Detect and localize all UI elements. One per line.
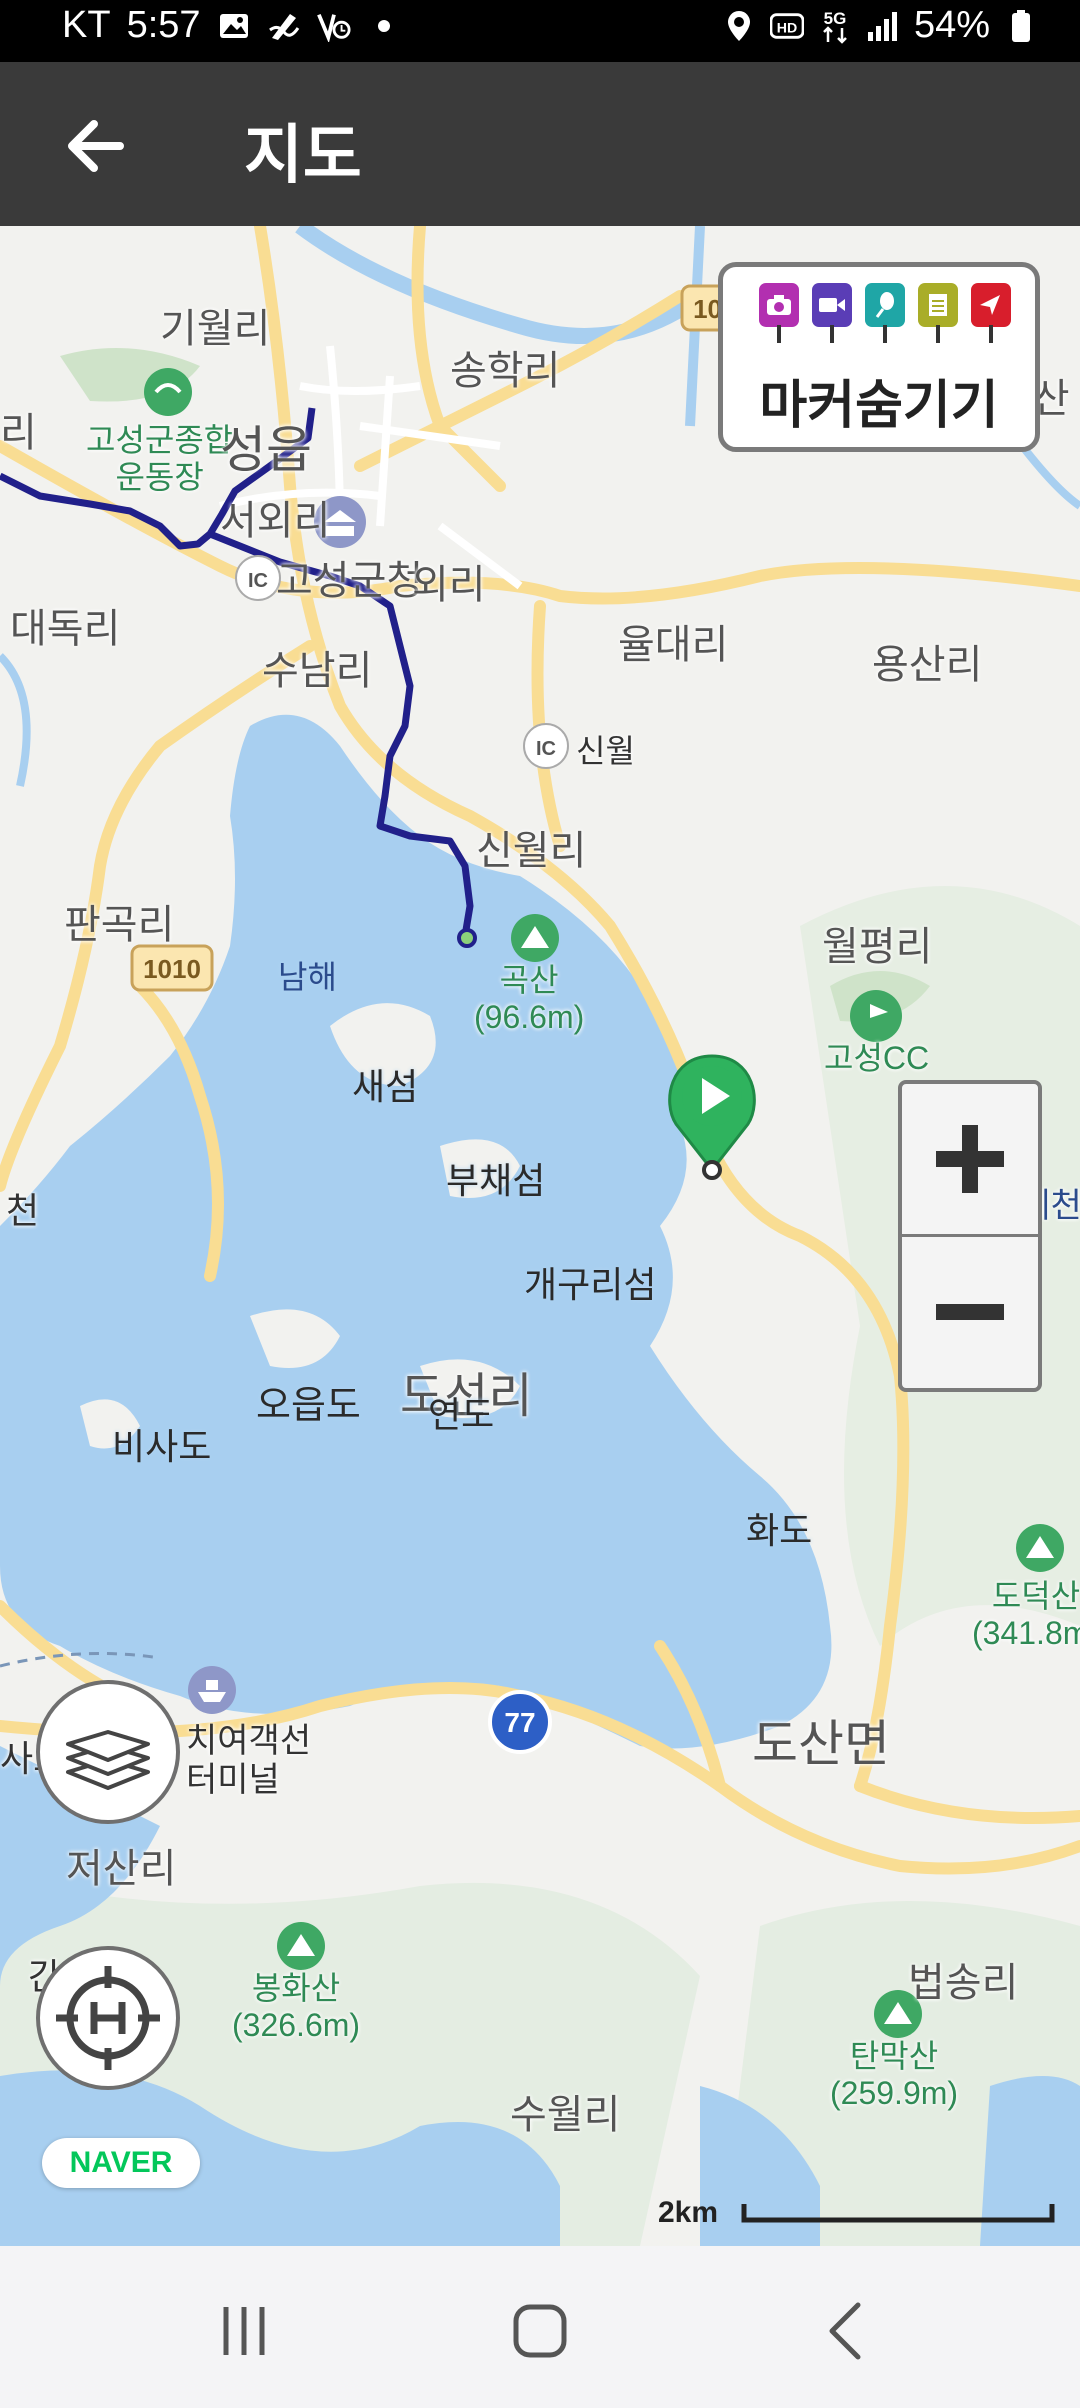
svg-text:5G: 5G — [824, 9, 847, 28]
label-tanmaksan: 탄막산 (259.9m) — [830, 2038, 959, 2111]
ic-marker-2: IC — [523, 723, 569, 769]
label-gaeguriseom: 개구리섬 — [524, 1264, 657, 1305]
dot-icon — [367, 9, 401, 43]
label-yuldaeri: 율대리 — [618, 623, 729, 667]
sports-complex-icon — [144, 368, 192, 416]
back-button[interactable] — [58, 108, 134, 184]
app-bar: 지도 — [0, 62, 1080, 226]
camera-pin-icon — [759, 283, 799, 343]
gallery-icon — [217, 9, 251, 43]
status-bar: KT 5:57 HD 5G 54% — [0, 0, 1080, 62]
back-chevron-icon — [829, 2302, 861, 2360]
page-title: 지도 — [244, 119, 362, 191]
label-seup: 성읍 — [220, 422, 312, 478]
hide-markers-label: 마커숨기기 — [759, 377, 999, 435]
carrier-label: KT — [62, 4, 111, 46]
label-saeseom: 새섬 — [352, 1066, 419, 1107]
label-pangokri: 판곡리 — [64, 903, 175, 947]
golf-icon — [850, 990, 902, 1042]
arrow-left-icon — [68, 120, 124, 172]
scale-label: 2km — [658, 2196, 719, 2229]
label-goseong-office: 고성군청 — [276, 559, 424, 603]
label-sunamri: 수남리 — [262, 649, 373, 693]
time-label: 5:57 — [126, 4, 201, 46]
zoom-controls — [898, 1080, 1042, 1392]
label-seoweri: 서외리 — [220, 499, 331, 543]
ic-marker-label-2: IC — [536, 738, 556, 760]
flag-pin-icon — [971, 283, 1011, 343]
zoom-in-button[interactable] — [902, 1084, 1038, 1237]
naver-logo: NAVER — [42, 2138, 200, 2188]
recents-button[interactable] — [204, 2296, 284, 2366]
label-ri-left: 리 — [0, 411, 37, 455]
home-icon — [513, 2304, 567, 2358]
label-dosanmyeon: 도산면 — [752, 1716, 890, 1772]
plus-icon — [936, 1125, 1004, 1193]
label-namhae: 남해 — [278, 959, 337, 995]
label-ferry-terminal: 치여객선 터미널 — [186, 1722, 312, 1800]
mountain-icon-bonghwa — [277, 1922, 325, 1970]
ic-marker-label-1: IC — [248, 570, 268, 592]
label-bisado: 비사도 — [112, 1426, 212, 1467]
minus-icon — [936, 1304, 1004, 1320]
microphone-pin-icon — [865, 283, 905, 343]
helipad-locate-button[interactable] — [36, 1946, 180, 2090]
ic-marker-1: IC — [235, 555, 281, 601]
label-bonghwasan: 봉화산 (326.6m) — [232, 1970, 361, 2043]
road-shield-label-left: 1010 — [143, 954, 201, 984]
label-sinwolri: 신월리 — [476, 829, 587, 873]
label-doduksan: 도덕산 (341.8m) — [972, 1578, 1080, 1651]
hd-icon: HD — [769, 9, 804, 43]
label-daedokri: 대독리 — [10, 607, 121, 651]
label-ocheon: 천 — [6, 1190, 40, 1231]
mountain-icon-doduk — [1016, 1524, 1064, 1572]
label-wolpyeongri: 월평리 — [822, 925, 933, 969]
label-yongsanri: 용산리 — [872, 643, 983, 687]
road-shield-1010-left: 1010 — [130, 944, 214, 992]
location-icon — [722, 9, 756, 43]
hide-markers-button[interactable]: 마커숨기기 — [718, 262, 1040, 452]
label-suwolri: 수월리 — [510, 2093, 621, 2137]
battery-percent: 54% — [913, 4, 990, 46]
label-giwolri: 기월리 — [160, 307, 271, 351]
road-shield-label-77: 77 — [504, 1707, 535, 1738]
label-sinwol: 신월 — [576, 733, 635, 769]
ferry-icon — [188, 1666, 236, 1714]
5g-icon: 5G — [818, 9, 852, 44]
mountain-icon-goksan — [511, 914, 559, 962]
label-songhakri: 송학리 — [450, 349, 561, 393]
road-shield-77: 77 — [488, 1690, 552, 1754]
label-goseong-sports: 고성군종합 운동장 — [86, 422, 234, 495]
memo-pin-icon — [918, 283, 958, 343]
signal-icon — [866, 9, 900, 43]
layers-icon — [66, 1730, 150, 1790]
recents-icon — [223, 2307, 265, 2355]
nav-back-button[interactable] — [808, 2296, 888, 2366]
svg-text:HD: HD — [777, 20, 797, 36]
label-jeosanri: 저산리 — [66, 1847, 177, 1891]
battery-icon — [1004, 9, 1038, 43]
label-goksan: 곡산 (96.6m) — [474, 962, 585, 1035]
zoom-out-button[interactable] — [902, 1237, 1038, 1387]
label-hwado: 화도 — [746, 1510, 813, 1551]
helipad-crosshair-icon — [56, 1966, 160, 2070]
system-nav-bar — [0, 2246, 1080, 2408]
scribble-icon — [267, 9, 301, 43]
label-yeondo: 연도 — [428, 1394, 495, 1435]
label-dongweri: 외리 — [412, 563, 486, 607]
video-pin-icon — [812, 283, 852, 343]
home-button[interactable] — [500, 2296, 580, 2366]
label-goseong-cc: 고성CC — [824, 1040, 930, 1076]
label-oeupdo: 오읍도 — [256, 1385, 361, 1427]
scale-bar: 2km — [658, 2196, 1058, 2236]
voicemail-icon — [316, 9, 351, 43]
label-buchaeseom: 부채섬 — [446, 1160, 546, 1201]
label-beopsongri: 법송리 — [908, 1961, 1019, 2005]
layers-button[interactable] — [36, 1680, 180, 1824]
